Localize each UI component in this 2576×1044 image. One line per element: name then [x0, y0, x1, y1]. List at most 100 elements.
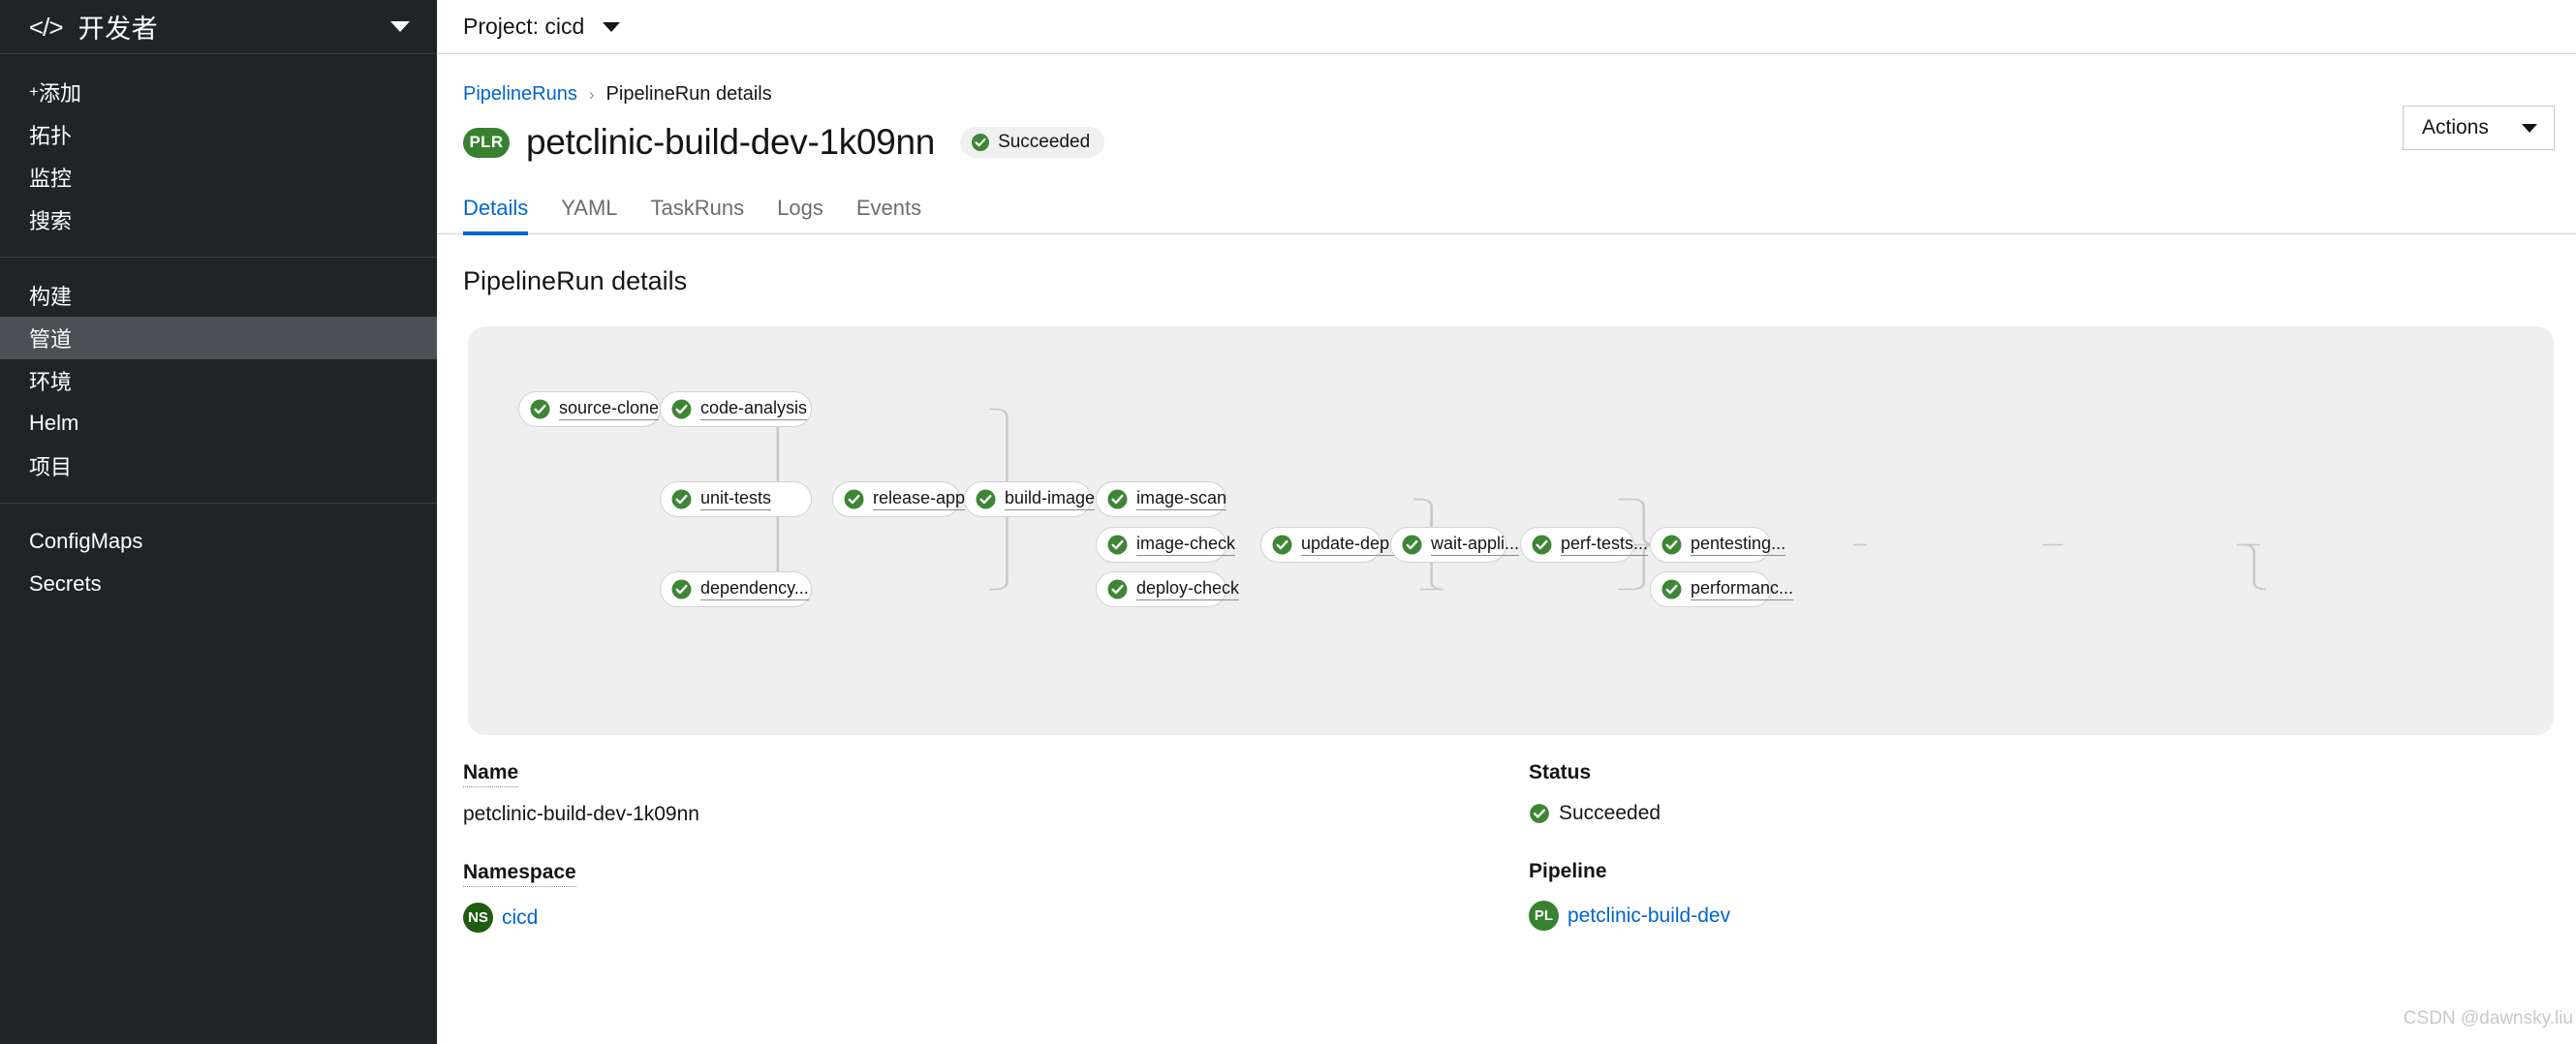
pipeline-task-deploy-check[interactable]: deploy-check [1096, 571, 1240, 607]
detail-label: Pipeline [1529, 860, 1607, 882]
page-title: petclinic-build-dev-1k09nn [526, 122, 936, 162]
detail-value-link[interactable]: cicd [502, 906, 538, 930]
pipeline-task-label: update-dep... [1301, 534, 1405, 556]
success-check-icon [844, 489, 864, 509]
pipeline-task-label: source-clone [559, 398, 660, 420]
sidebar-item-监控[interactable]: 监控 [0, 156, 437, 199]
success-check-icon [1661, 535, 1682, 555]
pipeline-task-release-app[interactable]: release-app [832, 481, 966, 517]
pipeline-task-label: unit-tests [700, 488, 772, 510]
perspective-switcher[interactable]: </> 开发者 [0, 0, 437, 54]
detail-value: petclinic-build-dev-1k09nn [463, 803, 1529, 826]
sidebar-group-0: + 添加 拓扑监控搜索 [0, 54, 437, 257]
pipeline-task-update-dep[interactable]: update-dep... [1260, 527, 1405, 563]
sidebar: </> 开发者 + 添加 拓扑监控搜索构建 管道环境 Helm 项目 ConfigMaps S… [0, 0, 437, 1044]
sidebar-item-label: 搜索 [29, 209, 73, 233]
sidebar-item-环境[interactable]: 环境 [0, 359, 437, 402]
pipeline-task-label: performanc... [1691, 578, 1794, 600]
pipeline-task-label: dependency... [700, 578, 809, 600]
detail-value-link[interactable]: petclinic-build-dev [1567, 905, 1730, 928]
breadcrumb-link-pipelineruns[interactable]: PipelineRuns [463, 83, 577, 106]
detail-label: Namespace [463, 861, 576, 887]
details-grid: Name petclinic-build-dev-1k09nn Namespace N… [437, 735, 2576, 933]
actions-button[interactable]: Actions [2403, 106, 2555, 150]
sidebar-item-构建[interactable]: 构建 [0, 274, 437, 317]
success-check-icon [976, 489, 996, 509]
pipeline-task-label: pentesting... [1691, 534, 1786, 556]
detail-name: Name petclinic-build-dev-1k09nn [463, 761, 1529, 826]
page-header: PipelineRuns › PipelineRun details PLR p… [437, 54, 2576, 163]
sidebar-group-1: 构建 管道环境 Helm 项目 [0, 257, 437, 503]
breadcrumb: PipelineRuns › PipelineRun details [463, 83, 2556, 106]
pipeline-task-label: deploy-check [1136, 578, 1240, 600]
sidebar-item-拓扑[interactable]: 拓扑 [0, 113, 437, 156]
success-check-icon [1107, 579, 1128, 599]
success-check-icon [972, 134, 990, 151]
pipeline-task-code-analysis[interactable]: code-analysis [660, 391, 812, 427]
pipeline-task-label: wait-appli... [1431, 534, 1520, 556]
sidebar-item-Secrets[interactable]: Secrets [0, 563, 437, 605]
project-label: Project: cicd [463, 14, 585, 39]
success-check-icon [671, 489, 692, 509]
sidebar-item-添加[interactable]: + 添加 [0, 71, 437, 113]
detail-value: NS cicd [463, 903, 1529, 933]
sidebar-item-Helm[interactable]: Helm [0, 402, 437, 445]
pipeline-graph[interactable]: source-clone code-analysis unit-tests depen… [468, 326, 2554, 735]
sidebar-item-搜索[interactable]: 搜索 [0, 199, 437, 241]
resource-type-badge: PLR [463, 127, 510, 158]
detail-status: Status Succeeded [1529, 761, 2576, 825]
sidebar-item-label: 添加 [38, 81, 81, 106]
resource-type-badge: NS [463, 903, 493, 933]
sidebar-item-label: 监控 [29, 167, 73, 191]
tab-logs[interactable]: Logs [760, 196, 840, 233]
pipeline-edges [759, 408, 2266, 591]
pipeline-task-source-clone[interactable]: source-clone [518, 391, 661, 427]
details-column-left: Name petclinic-build-dev-1k09nn Namespace N… [463, 761, 1529, 933]
details-column-right: Status Succeeded Pipeline PL petclinic-build… [1529, 761, 2576, 933]
sidebar-item-label: Secrets [29, 571, 102, 596]
success-check-icon [1107, 489, 1128, 509]
sidebar-nav: + 添加 拓扑监控搜索构建 管道环境 Helm 项目 ConfigMaps Secrets [0, 54, 437, 621]
pipeline-task-label: code-analysis [700, 398, 808, 420]
success-check-icon [1272, 535, 1292, 555]
sidebar-item-管道[interactable]: 管道 [0, 317, 437, 359]
success-check-icon [1530, 804, 1549, 823]
tab-yaml[interactable]: YAML [544, 196, 634, 233]
main-content: Project: cicd PipelineRuns › PipelineRun… [437, 0, 2576, 1044]
sidebar-item-ConfigMaps[interactable]: ConfigMaps [0, 520, 437, 563]
pipeline-task-image-scan[interactable]: image-scan [1096, 481, 1227, 517]
sidebar-item-项目[interactable]: 项目 [0, 445, 437, 487]
success-check-icon [1107, 535, 1128, 555]
pipeline-task-perf-tests[interactable]: perf-tests... [1520, 527, 1649, 563]
breadcrumb-separator-icon: › [588, 84, 595, 104]
tab-taskruns[interactable]: TaskRuns [635, 196, 761, 233]
chevron-down-icon [2522, 123, 2537, 133]
success-check-icon [530, 399, 550, 419]
chevron-down-icon [390, 21, 410, 32]
success-check-icon [671, 399, 692, 419]
sidebar-item-label: ConfigMaps [29, 529, 143, 553]
tab-details[interactable]: Details [463, 196, 544, 235]
pipeline-task-unit-tests[interactable]: unit-tests [660, 481, 812, 517]
detail-value: PL petclinic-build-dev [1529, 901, 2576, 931]
pipeline-task-performance[interactable]: performanc... [1650, 571, 1794, 607]
success-check-icon [1532, 535, 1552, 555]
success-check-icon [1402, 535, 1422, 555]
detail-pipeline: Pipeline PL petclinic-build-dev [1529, 860, 2576, 931]
pipeline-task-dependency[interactable]: dependency... [660, 571, 812, 607]
sidebar-item-label: 环境 [29, 370, 73, 394]
project-selector[interactable]: Project: cicd [437, 0, 2576, 54]
tab-events[interactable]: Events [840, 196, 938, 233]
pipeline-task-image-check[interactable]: image-check [1096, 527, 1236, 563]
resource-type-badge: PL [1529, 901, 1559, 931]
tab-bar: Details YAML TaskRuns Logs Events [437, 174, 2576, 235]
section-title: PipelineRun details [463, 266, 688, 295]
detail-value: Succeeded [1529, 802, 2576, 825]
pipeline-edge [2236, 543, 2266, 591]
pipeline-task-build-image[interactable]: build-image [964, 481, 1096, 517]
pipeline-task-label: image-check [1136, 534, 1236, 556]
detail-value-text: Succeeded [1559, 802, 1661, 824]
pipeline-task-pentesting[interactable]: pentesting... [1650, 527, 1786, 563]
breadcrumb-current: PipelineRun details [605, 83, 772, 105]
pipeline-task-wait-appli[interactable]: wait-appli... [1390, 527, 1520, 563]
